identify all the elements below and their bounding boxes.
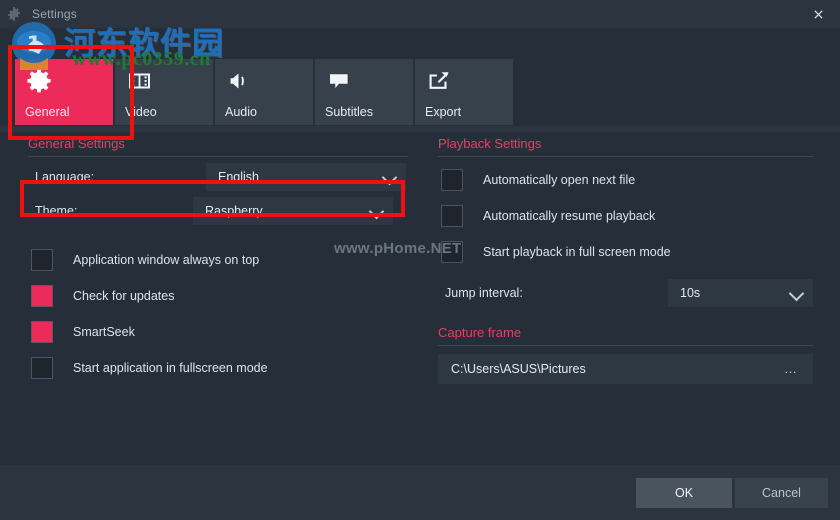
capture-frame-heading: Capture frame <box>438 325 522 340</box>
ok-button[interactable]: OK <box>636 478 732 508</box>
gear-icon <box>25 68 53 94</box>
theme-value: Raspberry <box>205 204 263 218</box>
tab-audio[interactable]: Audio <box>215 59 313 125</box>
close-icon[interactable] <box>796 0 840 28</box>
capture-path-value: C:\Users\ASUS\Pictures <box>451 362 586 376</box>
language-select[interactable]: English <box>206 163 406 191</box>
checkbox-start-playback-fullscreen[interactable] <box>441 241 463 263</box>
window-title: Settings <box>32 7 77 21</box>
title-bar: Settings <box>0 0 840 28</box>
checkbox-always-on-top-label: Application window always on top <box>73 253 260 267</box>
checkbox-row-always-on-top[interactable]: Application window always on top <box>28 247 408 273</box>
gear-icon <box>6 6 22 22</box>
playback-settings-heading: Playback Settings <box>438 136 542 151</box>
tab-export-label: Export <box>425 105 462 119</box>
general-settings-heading: General Settings <box>28 136 125 151</box>
browse-button[interactable]: … <box>784 362 813 375</box>
jump-interval-label: Jump interval: <box>445 286 523 300</box>
dialog-footer: OK Cancel <box>0 465 840 520</box>
jump-interval-row: Jump interval: 10s <box>438 279 813 307</box>
filmstrip-icon <box>125 68 153 94</box>
language-label: Language: <box>35 170 95 184</box>
checkbox-start-fullscreen[interactable] <box>31 357 53 379</box>
checkbox-auto-resume-label: Automatically resume playback <box>483 209 656 223</box>
checkbox-auto-resume[interactable] <box>441 205 463 227</box>
capture-path-field[interactable]: C:\Users\ASUS\Pictures … <box>438 354 813 384</box>
checkbox-auto-open-next[interactable] <box>441 169 463 191</box>
theme-label: Theme: <box>35 204 78 218</box>
settings-content: General Settings Language: English Theme… <box>0 136 840 454</box>
checkbox-row-start-fullscreen[interactable]: Start application in fullscreen mode <box>28 355 408 381</box>
chevron-down-icon <box>380 163 406 191</box>
checkbox-row-start-playback-fullscreen[interactable]: Start playback in full screen mode <box>438 239 813 265</box>
capture-frame-rule <box>438 345 813 346</box>
checkbox-row-auto-open-next[interactable]: Automatically open next file <box>438 167 813 193</box>
export-arrow-icon <box>425 68 453 94</box>
speech-bubble-icon <box>325 68 353 94</box>
checkbox-start-playback-fullscreen-label: Start playback in full screen mode <box>483 245 671 259</box>
settings-dialog: Settings General Video Audio Subtitles E… <box>0 0 840 520</box>
checkbox-smartseek[interactable] <box>31 321 53 343</box>
checkbox-start-fullscreen-label: Start application in fullscreen mode <box>73 361 268 375</box>
checkbox-row-auto-resume[interactable]: Automatically resume playback <box>438 203 813 229</box>
playback-settings-rule <box>438 156 813 157</box>
speaker-icon <box>225 68 253 94</box>
checkbox-row-check-updates[interactable]: Check for updates <box>28 283 408 309</box>
tab-strip-divider <box>0 126 840 132</box>
tab-export[interactable]: Export <box>415 59 513 125</box>
tab-general-label: General <box>25 105 70 119</box>
jump-interval-select[interactable]: 10s <box>668 279 813 307</box>
tab-subtitles[interactable]: Subtitles <box>315 59 413 125</box>
playback-settings-panel: Playback Settings Automatically open nex… <box>438 136 813 384</box>
tab-audio-label: Audio <box>225 105 257 119</box>
tab-strip: General Video Audio Subtitles Export <box>0 30 840 126</box>
checkbox-always-on-top[interactable] <box>31 249 53 271</box>
chevron-down-icon <box>367 197 393 225</box>
checkbox-auto-open-next-label: Automatically open next file <box>483 173 636 187</box>
checkbox-row-smartseek[interactable]: SmartSeek <box>28 319 408 345</box>
jump-interval-value: 10s <box>680 286 701 300</box>
general-settings-panel: General Settings Language: English Theme… <box>28 136 408 381</box>
general-settings-rule <box>28 156 408 157</box>
language-row: Language: English <box>28 163 408 191</box>
playback-spacer <box>438 313 813 325</box>
tab-subtitles-label: Subtitles <box>325 105 373 119</box>
tab-general[interactable]: General <box>15 59 113 125</box>
tab-video-label: Video <box>125 105 157 119</box>
checkbox-smartseek-label: SmartSeek <box>73 325 135 339</box>
tab-video[interactable]: Video <box>115 59 213 125</box>
close-glyph <box>813 9 823 19</box>
chevron-down-icon <box>787 279 813 307</box>
cancel-button[interactable]: Cancel <box>735 478 828 508</box>
language-value: English <box>218 170 259 184</box>
general-spacer <box>28 231 408 237</box>
theme-select[interactable]: Raspberry <box>193 197 393 225</box>
checkbox-check-updates-label: Check for updates <box>73 289 175 303</box>
checkbox-check-updates[interactable] <box>31 285 53 307</box>
theme-row: Theme: Raspberry <box>28 197 408 225</box>
